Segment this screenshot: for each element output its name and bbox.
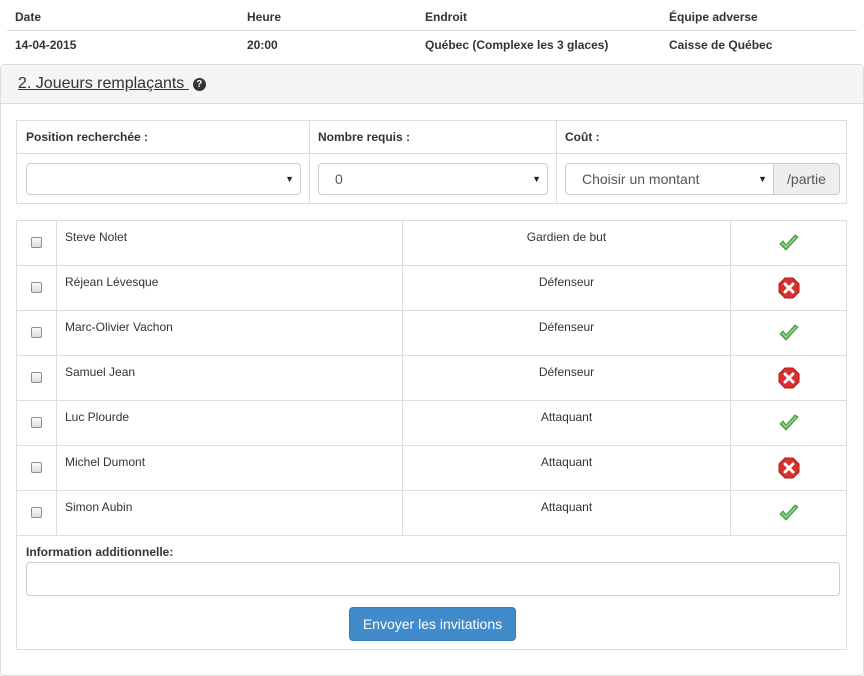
player-name: Samuel Jean (57, 356, 403, 400)
table-row: Samuel Jean Défenseur (17, 356, 846, 401)
player-position: Défenseur (403, 311, 731, 355)
player-checkbox[interactable] (31, 282, 42, 293)
row-checkbox-cell (17, 266, 57, 310)
check-icon (778, 232, 800, 254)
caret-down-icon: ▼ (285, 174, 294, 184)
player-checkbox[interactable] (31, 327, 42, 338)
help-icon[interactable]: ? (192, 78, 206, 91)
player-position: Défenseur (403, 356, 731, 400)
player-checkbox[interactable] (31, 462, 42, 473)
game-info-table: Date Heure Endroit Équipe adverse 14-04-… (7, 0, 857, 58)
filters-table: Position recherchée : ▼ Nombre requis : … (16, 120, 847, 204)
cross-icon (778, 277, 800, 299)
row-checkbox-cell (17, 356, 57, 400)
player-checkbox[interactable] (31, 417, 42, 428)
additional-info-label: Information additionnelle: (26, 545, 174, 559)
player-position: Défenseur (403, 266, 731, 310)
table-row: Luc Plourde Attaquant (17, 401, 846, 446)
count-select-value: 0 (335, 171, 343, 187)
game-time: 20:00 (247, 37, 278, 52)
player-name: Simon Aubin (57, 491, 403, 535)
check-icon (778, 322, 800, 344)
cross-icon (778, 457, 800, 479)
player-checkbox[interactable] (31, 372, 42, 383)
row-checkbox-cell (17, 446, 57, 490)
row-checkbox-cell (17, 221, 57, 265)
game-location: Québec (Complexe les 3 glaces) (425, 37, 609, 52)
panel-title-text: 2. Joueurs remplaçants (18, 75, 185, 92)
player-checkbox[interactable] (31, 237, 42, 248)
player-position: Attaquant (403, 401, 731, 445)
caret-down-icon: ▼ (758, 174, 767, 184)
count-label: Nombre requis : (309, 121, 556, 154)
player-status-cell (731, 311, 846, 355)
player-status-cell (731, 401, 846, 445)
header-opponent: Équipe adverse (669, 9, 758, 24)
substitutes-panel: 2. Joueurs remplaçants ? Position recher… (0, 64, 864, 676)
filter-cost: Coût : Choisir un montant ▼ /partie (556, 121, 846, 203)
player-checkbox[interactable] (31, 507, 42, 518)
player-status-cell (731, 221, 846, 265)
player-position: Gardien de but (403, 221, 731, 265)
cost-select[interactable]: Choisir un montant ▼ (565, 163, 774, 195)
table-row: Réjean Lévesque Défenseur (17, 266, 846, 311)
additional-info-section: Information additionnelle: Envoyer les i… (16, 535, 847, 650)
table-row: Steve Nolet Gardien de but (17, 221, 846, 266)
cross-icon (778, 367, 800, 389)
send-invitations-button[interactable]: Envoyer les invitations (349, 607, 516, 641)
player-position: Attaquant (403, 446, 731, 490)
cost-addon: /partie (774, 163, 840, 195)
table-row: Michel Dumont Attaquant (17, 446, 846, 491)
row-checkbox-cell (17, 491, 57, 535)
player-position: Attaquant (403, 491, 731, 535)
caret-down-icon: ▼ (532, 174, 541, 184)
check-icon (778, 412, 800, 434)
player-name: Michel Dumont (57, 446, 403, 490)
filter-position: Position recherchée : ▼ (17, 121, 310, 203)
game-info-row: 14-04-2015 20:00 Québec (Complexe les 3 … (7, 31, 857, 58)
game-opponent: Caisse de Québec (669, 37, 773, 52)
panel-title[interactable]: 2. Joueurs remplaçants ? (18, 75, 206, 93)
player-status-cell (731, 491, 846, 535)
player-status-cell (731, 446, 846, 490)
player-name: Steve Nolet (57, 221, 403, 265)
position-label: Position recherchée : (17, 121, 309, 154)
panel-heading: 2. Joueurs remplaçants ? (1, 65, 863, 104)
game-info-header: Date Heure Endroit Équipe adverse (7, 0, 857, 31)
additional-info-input[interactable] (26, 562, 840, 596)
player-name: Marc-Olivier Vachon (57, 311, 403, 355)
header-date: Date (15, 9, 42, 24)
table-row: Simon Aubin Attaquant (17, 491, 846, 536)
filter-count: Nombre requis : 0 ▼ (309, 121, 557, 203)
position-select[interactable]: ▼ (26, 163, 301, 195)
cost-select-value: Choisir un montant (582, 171, 700, 187)
table-row: Marc-Olivier Vachon Défenseur (17, 311, 846, 356)
players-table: Steve Nolet Gardien de but Réjean Lévesque… (16, 220, 847, 536)
player-status-cell (731, 266, 846, 310)
player-name: Luc Plourde (57, 401, 403, 445)
check-icon (778, 502, 800, 524)
row-checkbox-cell (17, 401, 57, 445)
count-select[interactable]: 0 ▼ (318, 163, 548, 195)
row-checkbox-cell (17, 311, 57, 355)
header-time: Heure (247, 9, 282, 24)
cost-label: Coût : (556, 121, 846, 154)
header-location: Endroit (425, 9, 467, 24)
player-name: Réjean Lévesque (57, 266, 403, 310)
game-date: 14-04-2015 (15, 37, 77, 52)
player-status-cell (731, 356, 846, 400)
